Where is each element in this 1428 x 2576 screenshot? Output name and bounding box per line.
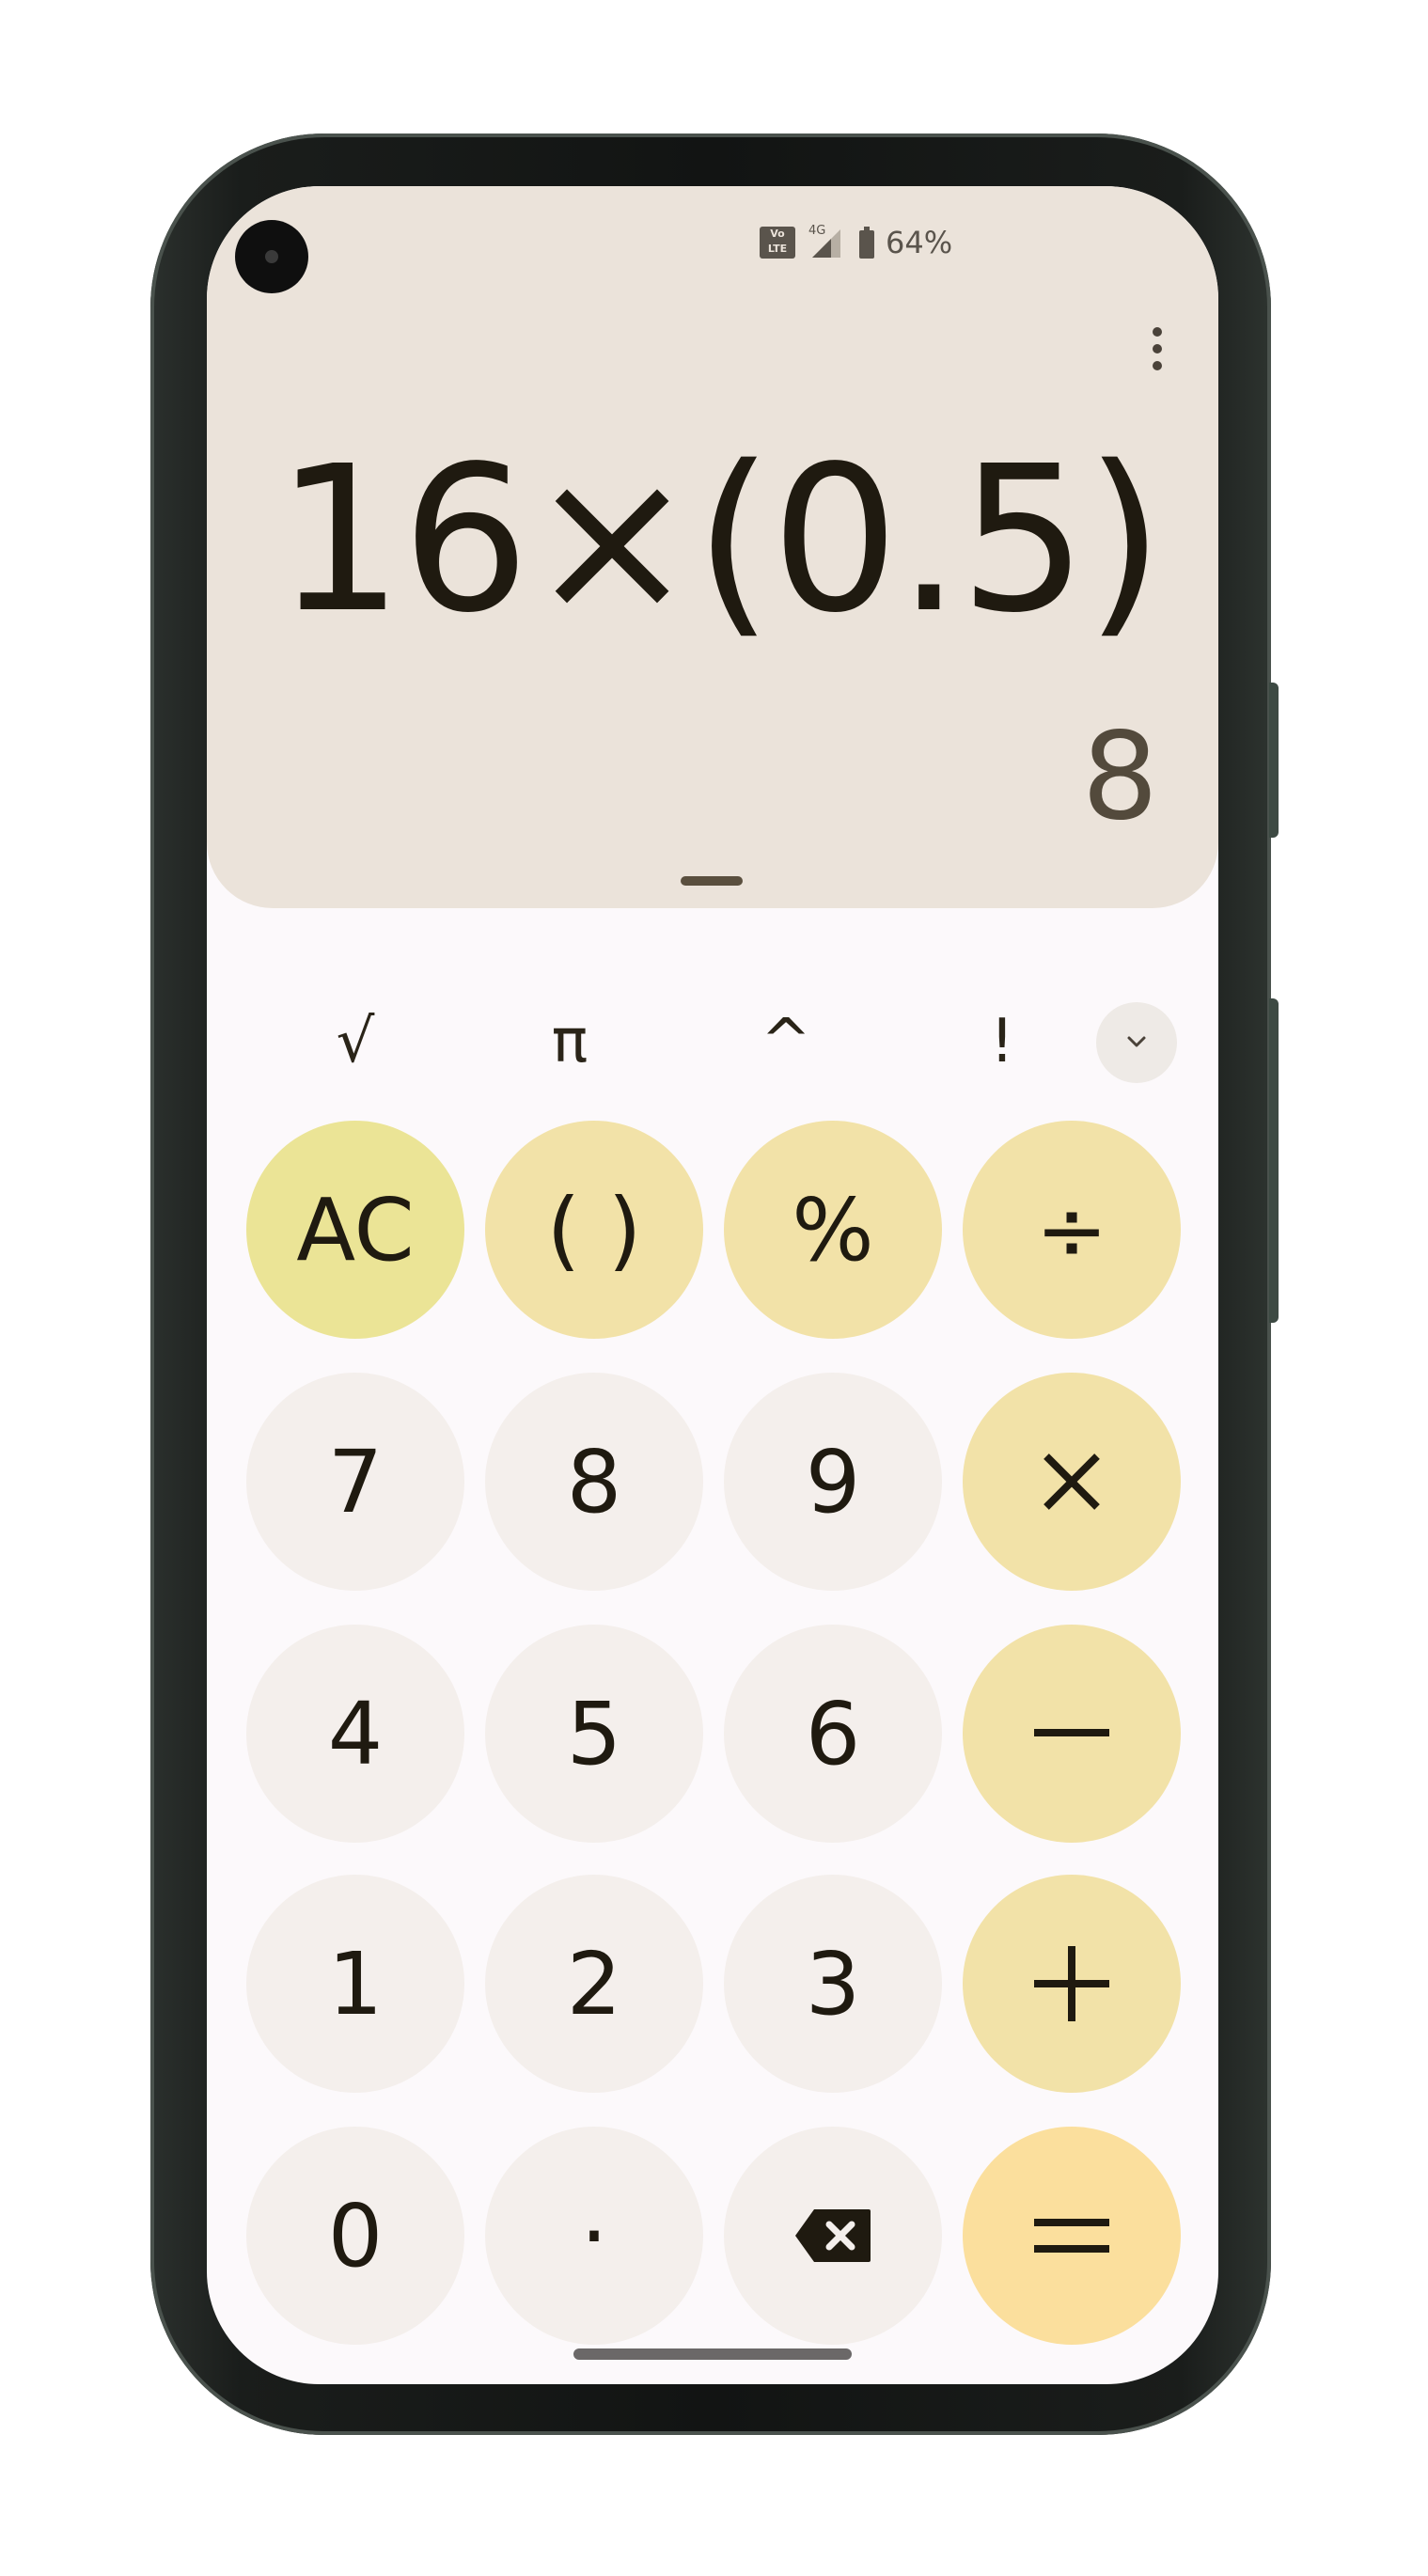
parentheses-button[interactable]: ( ) xyxy=(485,1121,703,1339)
digit-6-button[interactable]: 6 xyxy=(724,1625,942,1843)
multiply-icon xyxy=(1039,1449,1105,1515)
backspace-icon xyxy=(793,2207,872,2264)
subtract-button[interactable] xyxy=(963,1625,1181,1843)
digit-9-button[interactable]: 9 xyxy=(724,1373,942,1591)
equals-icon xyxy=(1034,2215,1109,2256)
digit-2-button[interactable]: 2 xyxy=(485,1875,703,2093)
home-indicator[interactable] xyxy=(573,2348,852,2360)
screen: Vo LTE 4G 64% 16×(0.5) 8 √ π ^ ! AC () … xyxy=(207,186,1218,2384)
digit-1-button[interactable]: 1 xyxy=(246,1875,464,2093)
equals-button[interactable] xyxy=(963,2127,1181,2345)
keypad: AC ( ) % ÷ 7 8 9 4 5 6 1 2 3 0 · xyxy=(207,186,1218,2384)
multiply-button[interactable] xyxy=(963,1373,1181,1591)
digit-5-button[interactable]: 5 xyxy=(485,1625,703,1843)
decimal-button[interactable]: · xyxy=(485,2127,703,2345)
add-button[interactable] xyxy=(963,1875,1181,2093)
power-side-button xyxy=(1269,683,1279,838)
divide-button[interactable]: ÷ xyxy=(963,1121,1181,1339)
digit-8-button[interactable]: 8 xyxy=(485,1373,703,1591)
plus-icon xyxy=(1034,1946,1109,2021)
digit-4-button[interactable]: 4 xyxy=(246,1625,464,1843)
clear-button[interactable]: AC xyxy=(246,1121,464,1339)
volume-side-button xyxy=(1269,998,1279,1323)
digit-3-button[interactable]: 3 xyxy=(724,1875,942,2093)
digit-7-button[interactable]: 7 xyxy=(246,1373,464,1591)
digit-0-button[interactable]: 0 xyxy=(246,2127,464,2345)
minus-icon xyxy=(1034,1729,1109,1738)
percent-button[interactable]: % xyxy=(724,1121,942,1339)
backspace-button[interactable] xyxy=(724,2127,942,2345)
